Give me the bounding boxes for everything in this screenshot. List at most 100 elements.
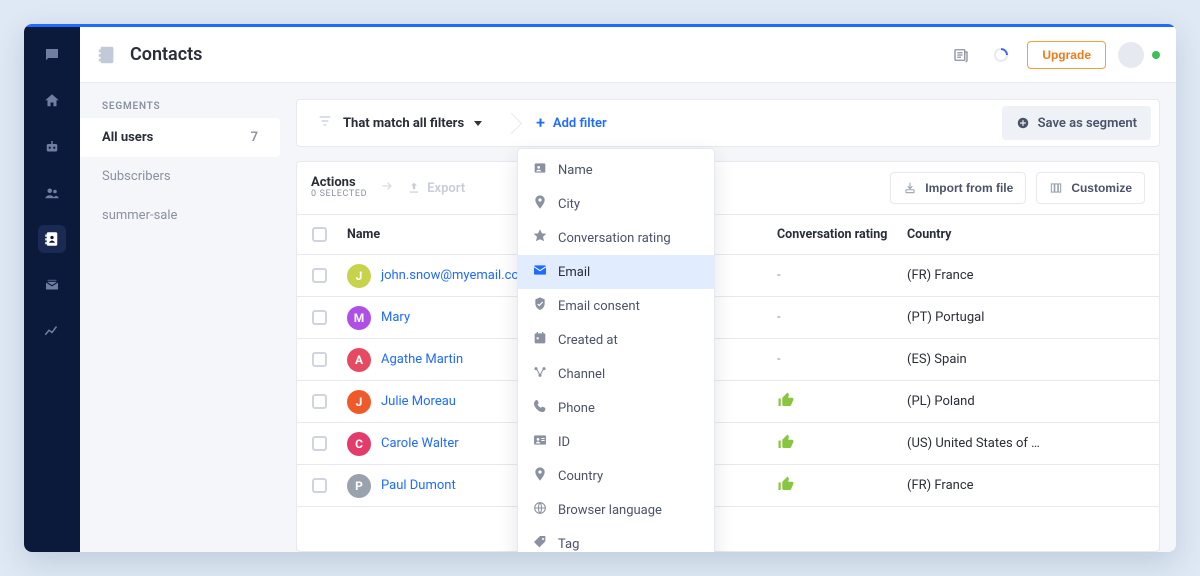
filter-option[interactable]: Name	[518, 153, 714, 187]
filter-option[interactable]: Browser language	[518, 493, 714, 527]
rating-empty: -	[777, 268, 781, 283]
cell-rating	[771, 475, 901, 497]
filter-option-label: Tag	[558, 537, 579, 552]
people-icon	[43, 184, 61, 202]
contact-avatar: M	[347, 306, 371, 330]
robot-icon	[43, 138, 61, 156]
filter-option[interactable]: Conversation rating	[518, 221, 714, 255]
cell-country: (FR) France	[901, 478, 1051, 493]
phone-icon	[532, 398, 548, 418]
filter-option[interactable]: Tag	[518, 527, 714, 552]
filter-option-label: Email	[558, 265, 590, 280]
primary-nav	[24, 27, 80, 552]
filter-option[interactable]: Email	[518, 255, 714, 289]
row-checkbox[interactable]	[297, 478, 341, 493]
thumbs-up-icon	[777, 433, 795, 455]
row-checkbox[interactable]	[297, 394, 341, 409]
filter-option[interactable]: Channel	[518, 357, 714, 391]
export-button[interactable]: Export	[407, 181, 465, 196]
contact-name-link[interactable]: Mary	[381, 310, 410, 325]
filter-bar: That match all filters + Add filter Save…	[296, 99, 1160, 147]
import-from-file-button[interactable]: Import from file	[890, 172, 1026, 204]
filter-option-label: Name	[558, 163, 593, 178]
table-row[interactable]: JJulie MoreauSubscribed(PL) Poland-	[297, 381, 1159, 423]
nav-home[interactable]	[38, 87, 66, 115]
segment-item[interactable]: All users7	[80, 118, 280, 157]
select-all-checkbox[interactable]	[297, 227, 341, 242]
customize-columns-button[interactable]: Customize	[1036, 172, 1145, 204]
plus-icon: +	[536, 115, 545, 131]
filter-divider	[502, 99, 520, 147]
row-checkbox[interactable]	[297, 436, 341, 451]
match-mode-dropdown[interactable]: That match all filters	[305, 100, 494, 146]
segments-panel: SEGMENTS All users7Subscriberssummer-sal…	[80, 83, 280, 552]
chevron-down-icon	[474, 121, 482, 126]
nav-contacts[interactable]	[38, 225, 66, 253]
save-segment-icon	[1016, 116, 1030, 130]
table-row[interactable]: AAgathe MartinUnsubscribed-(ES) Spain-	[297, 339, 1159, 381]
contact-name-link[interactable]: Paul Dumont	[381, 478, 456, 493]
save-segment-button[interactable]: Save as segment	[1002, 106, 1151, 140]
cell-country: (ES) Spain	[901, 352, 1051, 367]
nav-chat[interactable]	[38, 41, 66, 69]
cell-rating	[771, 391, 901, 413]
table-row[interactable]: Jjohn.snow@myemail.com--(FR) France-	[297, 255, 1159, 297]
filter-lines-icon	[317, 113, 333, 133]
segment-item-label: All users	[102, 130, 153, 145]
filter-option-label: Created at	[558, 333, 618, 348]
row-checkbox[interactable]	[297, 268, 341, 283]
column-header-rating[interactable]: Conversation rating	[771, 227, 901, 242]
content-area: That match all filters + Add filter Save…	[280, 83, 1176, 552]
filter-option[interactable]: City	[518, 187, 714, 221]
contact-avatar: A	[347, 348, 371, 372]
channel-icon	[532, 364, 548, 384]
user-card-icon	[532, 160, 548, 180]
cell-country: (PT) Portugal	[901, 310, 1051, 325]
filter-option[interactable]: Country	[518, 459, 714, 493]
segment-item-label: Subscribers	[102, 169, 171, 184]
actions-selected-count: 0 SELECTED	[311, 190, 367, 200]
contact-name-link[interactable]: Agathe Martin	[381, 352, 463, 367]
row-checkbox[interactable]	[297, 310, 341, 325]
cell-country: (PL) Poland	[901, 394, 1051, 409]
table-header: Name Email consent Conversation rating C…	[297, 215, 1159, 255]
rating-empty: -	[777, 310, 781, 325]
contact-name-link[interactable]: john.snow@myemail.com	[381, 268, 530, 283]
columns-icon	[1049, 181, 1063, 195]
filter-option[interactable]: ID	[518, 425, 714, 459]
contact-name-link[interactable]: Carole Walter	[381, 436, 459, 451]
usage-meter-button[interactable]	[987, 41, 1015, 69]
whats-new-button[interactable]	[947, 41, 975, 69]
cell-rating: -	[771, 310, 901, 325]
add-filter-button[interactable]: + Add filter	[528, 100, 615, 146]
match-mode-label: That match all filters	[343, 116, 464, 131]
upgrade-button[interactable]: Upgrade	[1027, 41, 1106, 69]
segment-item[interactable]: summer-sale	[80, 196, 280, 235]
nav-campaigns[interactable]	[38, 271, 66, 299]
contacts-book-icon	[96, 44, 118, 66]
table-row[interactable]: MMaryUnsubscribed-(PT) Portugal-	[297, 297, 1159, 339]
account-menu[interactable]	[1118, 42, 1160, 68]
filter-option-label: Email consent	[558, 299, 640, 314]
cell-rating: -	[771, 268, 901, 283]
nav-analytics[interactable]	[38, 317, 66, 345]
add-filter-label: Add filter	[553, 116, 607, 131]
table-row[interactable]: CCarole WalterUnsubscribed(US) United St…	[297, 423, 1159, 465]
id-card-icon	[532, 432, 548, 452]
table-row[interactable]: PPaul DumontSubscribed(FR) France-	[297, 465, 1159, 507]
cell-country: (FR) France	[901, 268, 1051, 283]
thumbs-up-icon	[777, 391, 795, 413]
column-header-country[interactable]: Country	[901, 227, 1051, 242]
cell-rating	[771, 433, 901, 455]
filter-option[interactable]: Created at	[518, 323, 714, 357]
mail-icon	[532, 262, 548, 282]
filter-option-label: Country	[558, 469, 603, 484]
nav-bot[interactable]	[38, 133, 66, 161]
filter-option[interactable]: Phone	[518, 391, 714, 425]
nav-people[interactable]	[38, 179, 66, 207]
segment-item[interactable]: Subscribers	[80, 157, 280, 196]
contact-name-link[interactable]: Julie Moreau	[381, 394, 456, 409]
row-checkbox[interactable]	[297, 352, 341, 367]
filter-option[interactable]: Email consent	[518, 289, 714, 323]
thumbs-up-icon	[777, 475, 795, 497]
